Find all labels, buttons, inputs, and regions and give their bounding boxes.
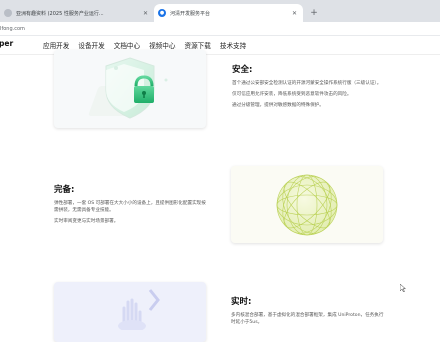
tab-title: 河清开发服务平台 <box>170 10 211 17</box>
robot-hand-illustration <box>118 289 160 332</box>
nav-item-downloads[interactable]: 资源下载 <box>185 40 211 50</box>
complete-paragraph: 实时审阅变更与实时场景部署。 <box>54 219 119 224</box>
site-logo[interactable]: per <box>0 39 13 48</box>
security-paragraph: 首个通过公安部安全检测认证的开源河蒙安全操作系统行版（三级认证）。 <box>232 81 382 86</box>
main-nav: 应用开发 设备开发 文档中心 视频中心 资源下载 技术支持 <box>43 40 255 50</box>
security-paragraph: 仅可信应用允许安装，降低系统受到恶意软件攻击的风险。 <box>232 92 352 97</box>
browser-tab-bar: 亚洲有趣资料 (2025 性服务产业运行... ✕ ● 河清开发服务平台 ✕ + <box>0 0 440 22</box>
browser-tab-active[interactable]: ● 河清开发服务平台 ✕ <box>154 4 303 22</box>
nav-item-device-dev[interactable]: 设备开发 <box>78 40 104 50</box>
complete-title: 完备: <box>54 185 75 195</box>
security-title: 安全: <box>232 65 253 75</box>
security-paragraph: 通过分级管理，提供对敏感数据的特殊保护。 <box>232 103 324 108</box>
new-tab-plus-icon[interactable]: + <box>307 4 321 22</box>
url-text[interactable]: Ifong.com <box>0 26 25 32</box>
nav-item-docs[interactable]: 文档中心 <box>114 40 140 50</box>
realtime-illustration-card <box>54 282 206 342</box>
nav-item-videos[interactable]: 视频中心 <box>149 40 175 50</box>
tab-title: 亚洲有趣资料 (2025 性服务产业运行... <box>16 10 104 17</box>
complete-description: 弹性部署，一套 OS 可部署在大大小小的设备上，且提供图形化配置实现按需拼装，无… <box>54 200 209 229</box>
security-illustration-card <box>54 50 206 128</box>
realtime-description: 多内核混合部署，基于虚拟化的混合部署框架，集成 UniProton，任务执行时延… <box>231 312 386 330</box>
shield-lock-illustration <box>88 57 168 119</box>
close-icon[interactable]: ✕ <box>143 10 148 17</box>
complete-illustration-card <box>231 166 383 243</box>
address-bar[interactable]: Ifong.com <box>0 22 440 36</box>
nav-item-app-dev[interactable]: 应用开发 <box>43 40 69 50</box>
browser-tab[interactable]: 亚洲有趣资料 (2025 性服务产业运行... ✕ <box>0 4 154 22</box>
complete-paragraph: 弹性部署，一套 OS 可部署在大大小小的设备上，且提供图形化配置实现按需拼装，无… <box>54 201 206 213</box>
site-favicon-icon: ● <box>158 9 166 17</box>
security-description: 首个通过公安部安全检测认证的开源河蒙安全操作系统行版（三级认证）。 仅可信应用允… <box>232 80 382 113</box>
mouse-cursor-icon <box>400 284 406 292</box>
nav-item-support[interactable]: 技术支持 <box>220 40 246 50</box>
realtime-title: 实时: <box>231 297 252 307</box>
close-icon[interactable]: ✕ <box>292 10 297 17</box>
realtime-paragraph: 多内核混合部署，基于虚拟化的混合部署框架，集成 UniProton，任务执行时延… <box>231 313 384 325</box>
wireframe-globe-illustration <box>276 174 338 236</box>
page-favicon-icon <box>4 9 12 17</box>
